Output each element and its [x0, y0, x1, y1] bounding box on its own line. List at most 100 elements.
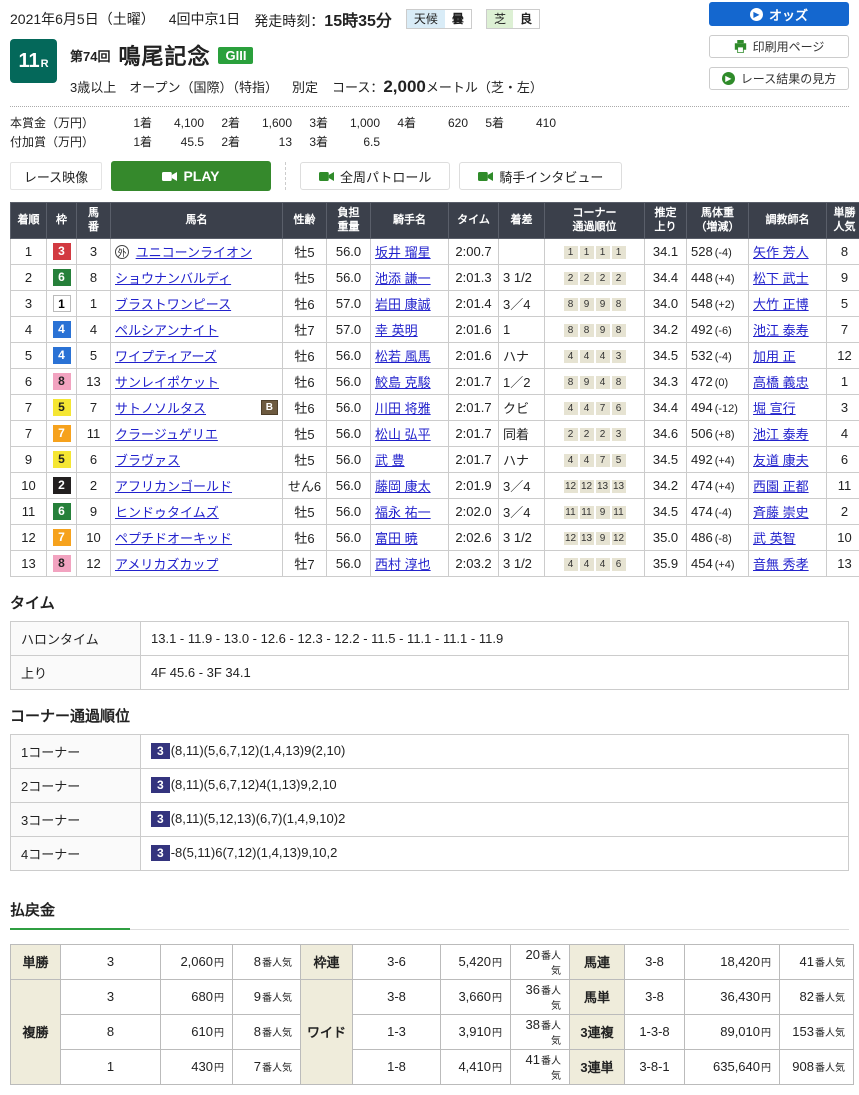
horse-name-link[interactable]: サトノソルタス — [115, 401, 206, 416]
carried-weight: 57.0 — [327, 290, 371, 316]
horse-name-link[interactable]: ブラストワンピース — [115, 297, 231, 312]
horse-name-link[interactable]: ショウナンバルディ — [115, 271, 231, 286]
race-conditions-text: 3歳以上 オープン（国際）（特指） — [70, 77, 278, 96]
corner-position: 4 — [580, 402, 594, 415]
race-title-block: 第74回 鳴尾記念 GIII 3歳以上 オープン（国際）（特指） 別定 コース：… — [70, 39, 543, 97]
win-popularity: 3 — [827, 394, 859, 420]
jockey-interview-button[interactable]: 騎手インタビュー — [459, 162, 622, 190]
jockey-cell: 坂井 瑠星 — [371, 238, 449, 264]
race-number-box: 11R — [10, 39, 57, 83]
trainer-link[interactable]: 池江 泰寿 — [753, 427, 809, 442]
jockey-link[interactable]: 福永 祐一 — [375, 505, 431, 520]
horse-name-link[interactable]: ワイプティアーズ — [115, 349, 217, 364]
prize-place: 4着 — [380, 114, 416, 133]
race-video-button[interactable]: レース映像 — [10, 162, 102, 190]
corner-position: 2 — [580, 272, 594, 285]
result-guide-button[interactable]: ▶ レース結果の見方 — [709, 67, 849, 90]
payout-row: 8 610円 8番人気 1-3 3,910円 38番人気 3連複 1-3-8 8… — [11, 1014, 854, 1049]
trainer-link[interactable]: 友道 康夫 — [753, 453, 809, 468]
horse-name-link[interactable]: ユニコーンライオン — [136, 245, 252, 260]
trainer-link[interactable]: 堀 宣行 — [753, 401, 796, 416]
horse-name-link[interactable]: サンレイポケット — [115, 375, 219, 390]
corner-position: 12 — [564, 532, 578, 545]
trainer-link[interactable]: 西園 正都 — [753, 479, 809, 494]
race-date: 2021年6月5日（土曜） — [10, 9, 155, 29]
trainer-link[interactable]: 加用 正 — [753, 349, 796, 364]
jockey-link[interactable]: 池添 謙一 — [375, 271, 431, 286]
last-up-label: 上り — [11, 655, 141, 689]
jockey-cell: 鮫島 克駿 — [371, 368, 449, 394]
horse-name-link[interactable]: ブラヴァス — [115, 453, 180, 468]
odds-button[interactable]: ▶ オッズ — [709, 2, 849, 26]
jockey-link[interactable]: 岩田 康誠 — [375, 297, 431, 312]
horse-name-link[interactable]: ペプチドオーキッド — [115, 531, 232, 546]
corner-position: 4 — [596, 350, 610, 363]
corner-order-cell: 2222 — [545, 264, 645, 290]
jockey-link[interactable]: 坂井 瑠星 — [375, 245, 431, 260]
trainer-link[interactable]: 斉藤 崇史 — [753, 505, 809, 520]
corner-position: 4 — [564, 350, 578, 363]
play-button[interactable]: PLAY — [111, 161, 271, 191]
corner-position: 9 — [596, 532, 610, 545]
trainer-link[interactable]: 矢作 芳人 — [753, 245, 809, 260]
trainer-link[interactable]: 松下 武士 — [753, 271, 809, 286]
prize-amount: 620 — [416, 114, 468, 133]
leader-number: 3 — [151, 777, 170, 793]
corner-position: 1 — [596, 246, 610, 259]
wakuren-label: 枠連 — [301, 944, 353, 979]
jockey-link[interactable]: 藤岡 康太 — [375, 479, 431, 494]
last-3f: 35.0 — [645, 524, 687, 550]
trainer-link[interactable]: 音無 秀孝 — [753, 557, 809, 572]
corner-position: 2 — [564, 272, 578, 285]
horse-name-link[interactable]: アメリカズカップ — [115, 557, 218, 572]
jockey-cell: 幸 英明 — [371, 316, 449, 342]
camera-icon — [162, 171, 177, 182]
horse-weight-diff: (-6) — [715, 325, 732, 337]
horse-number: 8 — [77, 264, 111, 290]
print-page-button[interactable]: 印刷用ページ — [709, 35, 849, 58]
horse-weight: 474 — [691, 504, 713, 519]
start-time-value: 15時35分 — [324, 13, 392, 30]
jockey-link[interactable]: 幸 英明 — [375, 323, 418, 338]
corner-value: 3(8,11)(5,6,7,12)(1,4,13)9(2,10) — [141, 734, 849, 768]
horse-name-cell: ブラヴァス — [111, 446, 283, 472]
jockey-link[interactable]: 川田 将雅 — [375, 401, 431, 416]
leader-number: 3 — [151, 811, 170, 827]
frame-number: 4 — [53, 321, 71, 338]
horse-name-link[interactable]: アフリカンゴールド — [115, 479, 232, 494]
trainer-link[interactable]: 高橋 義忠 — [753, 375, 809, 390]
payout-section-title: 払戻金 — [10, 899, 849, 920]
course-distance: 2,000 — [383, 77, 426, 96]
horse-name-cell: 外 ユニコーンライオン — [111, 238, 283, 264]
last-3f: 34.4 — [645, 264, 687, 290]
horse-name-link[interactable]: ペルシアンナイト — [115, 323, 218, 338]
header-sex-age: 性齢 — [283, 203, 327, 239]
patrol-video-button[interactable]: 全周パトロール — [300, 162, 450, 190]
corner-row: 2コーナー 3(8,11)(5,6,7,12)4(1,13)9,2,10 — [11, 768, 849, 802]
corner-position: 1 — [580, 246, 594, 259]
horse-number: 7 — [77, 394, 111, 420]
horse-name-link[interactable]: ヒンドゥタイムズ — [115, 505, 219, 520]
trainer-link[interactable]: 武 英智 — [753, 531, 796, 546]
prize-amount: 410 — [504, 114, 556, 133]
action-buttons: ▶ オッズ 印刷用ページ ▶ レース結果の見方 — [709, 2, 849, 90]
odds-button-label: オッズ — [769, 5, 808, 24]
win-popularity: 6 — [827, 446, 859, 472]
turf-condition-badge: 芝 良 — [486, 9, 540, 29]
jockey-link[interactable]: 鮫島 克駿 — [375, 375, 431, 390]
foreign-mark: 外 — [115, 245, 129, 259]
horse-weight-cell: 448(+4) — [687, 264, 749, 290]
jockey-link[interactable]: 武 豊 — [375, 453, 405, 468]
corner-order-text: (8,11)(5,6,7,12)(1,4,13)9(2,10) — [171, 743, 346, 758]
jockey-cell: 武 豊 — [371, 446, 449, 472]
trainer-link[interactable]: 池江 泰寿 — [753, 323, 809, 338]
jockey-link[interactable]: 松若 風馬 — [375, 349, 431, 364]
jockey-link[interactable]: 西村 淳也 — [375, 557, 431, 572]
horse-weight: 548 — [691, 296, 713, 311]
corner-order-table: 1コーナー 3(8,11)(5,6,7,12)(1,4,13)9(2,10) 2… — [10, 734, 849, 871]
jockey-link[interactable]: 富田 暁 — [375, 531, 418, 546]
jockey-link[interactable]: 松山 弘平 — [375, 427, 431, 442]
time-section-title: タイム — [10, 592, 849, 613]
trainer-link[interactable]: 大竹 正博 — [753, 297, 809, 312]
horse-name-link[interactable]: クラージュゲリエ — [115, 427, 218, 442]
